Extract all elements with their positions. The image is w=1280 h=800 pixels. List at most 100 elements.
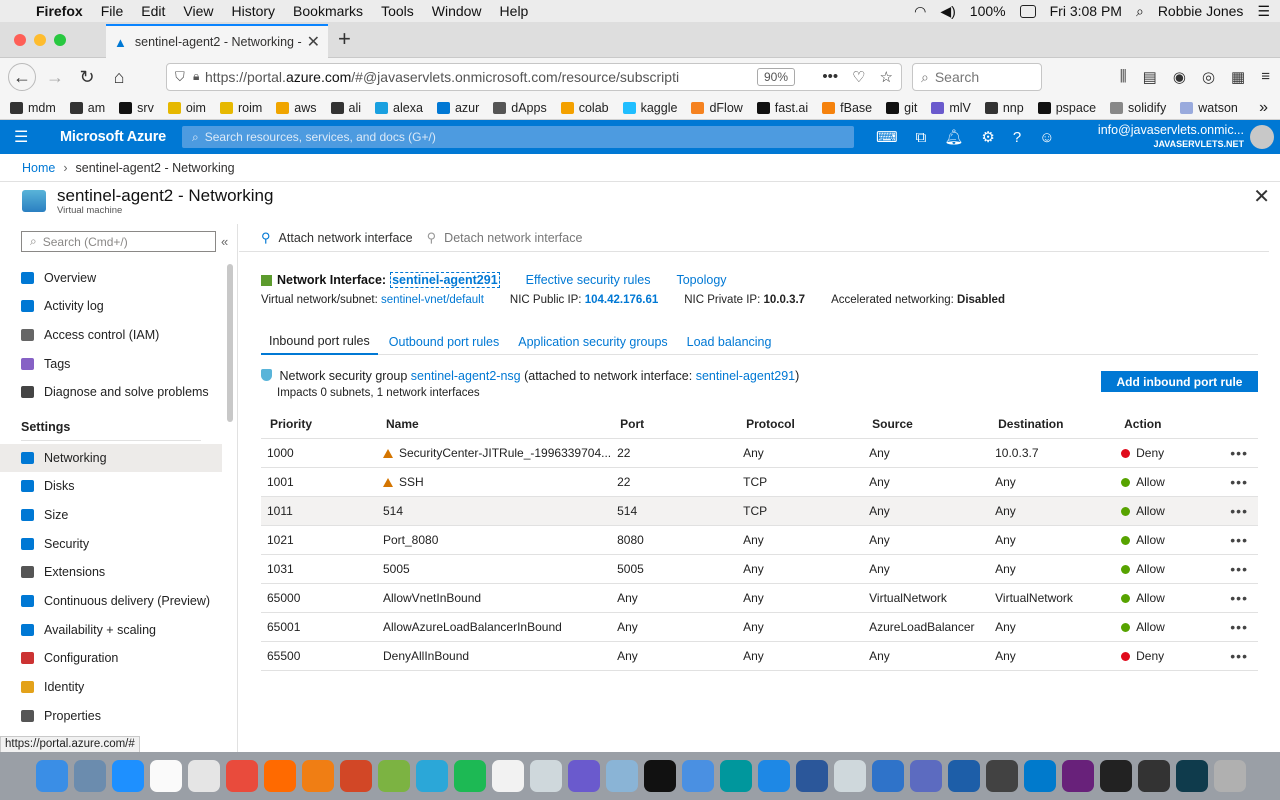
dock-app-icon[interactable] [340,760,372,792]
bookmark-ali[interactable]: ali [330,101,361,115]
dock-app-icon[interactable] [910,760,942,792]
sidebar-item-size[interactable]: Size [0,501,222,529]
sidebar-item-diagnose-and-solve-problems[interactable]: Diagnose and solve problems [0,378,222,406]
help-icon[interactable]: ? [1013,129,1021,146]
table-row[interactable]: 65500 DenyAllInBound Any Any Any Any Deny ••• [261,641,1258,671]
hamburger-menu-icon[interactable]: ☰ [14,127,36,147]
bookmark-aws[interactable]: aws [276,101,317,115]
extension-icon[interactable]: ◉ [1173,68,1186,86]
reload-button[interactable]: ↻ [74,64,100,90]
row-more-button[interactable]: ••• [1215,583,1258,613]
dock-app-icon[interactable] [758,760,790,792]
dock-app-icon[interactable] [720,760,752,792]
bookmark-colab[interactable]: colab [560,101,609,115]
dock-app-icon[interactable] [378,760,410,792]
public-ip-link[interactable]: 104.42.176.61 [585,294,659,306]
sidebar-icon[interactable]: ▤ [1143,68,1157,86]
menu-bookmarks[interactable]: Bookmarks [293,3,363,19]
lock-icon[interactable]: 🔒︎ [193,69,199,84]
cloud-shell-icon[interactable]: ⌨ [876,128,898,146]
dock-app-icon[interactable] [302,760,334,792]
table-row[interactable]: 65000 AllowVnetInBound Any Any VirtualNetwor… [261,583,1258,613]
bookmark-mdm[interactable]: mdm [10,101,56,115]
sidebar-item-activity-log[interactable]: Activity log [0,292,222,320]
dock-app-icon[interactable] [530,760,562,792]
dock-app-icon[interactable] [568,760,600,792]
dock-app-icon[interactable] [112,760,144,792]
dock-app-icon[interactable] [872,760,904,792]
col-action[interactable]: Action [1115,410,1216,439]
battery-percent[interactable]: 100% [970,3,1006,19]
dock-app-icon[interactable] [606,760,638,792]
close-blade-icon[interactable]: ✕ [1253,184,1270,209]
bookmark-oim[interactable]: oim [167,101,206,115]
sidebar-item-identity[interactable]: Identity [0,673,222,701]
dock-app-icon[interactable] [1100,760,1132,792]
col-name[interactable]: Name [377,410,612,439]
bookmark-pspace[interactable]: pspace [1037,101,1096,115]
dock-app-icon[interactable] [986,760,1018,792]
dock-app-icon[interactable] [682,760,714,792]
sidebar-item-networking[interactable]: Networking [0,444,222,472]
sidebar-item-extensions[interactable]: Extensions [0,558,222,586]
bookmark-am[interactable]: am [69,101,105,115]
dock-app-icon[interactable] [1024,760,1056,792]
sidebar-item-security[interactable]: Security [0,530,222,558]
control-center-icon[interactable]: ☰ [1257,3,1270,20]
col-source[interactable]: Source [863,410,990,439]
menu-help[interactable]: Help [500,3,529,19]
dock-app-icon[interactable] [492,760,524,792]
zoom-level[interactable]: 90% [757,68,796,86]
bookmark-roim[interactable]: roim [219,101,262,115]
col-port[interactable]: Port [611,410,738,439]
dock-app-icon[interactable] [796,760,828,792]
col-protocol[interactable]: Protocol [737,410,864,439]
new-tab-button[interactable]: + [338,26,351,52]
detach-network-interface-button[interactable]: ⚲ Detach network interface [427,230,583,246]
browser-tab-active[interactable]: ▲ sentinel-agent2 - Networking - ✕ [106,24,328,58]
volume-icon[interactable]: ◀) [940,3,955,20]
sidebar-item-availability-scaling[interactable]: Availability + scaling [0,616,222,644]
zoom-window-button[interactable] [54,34,66,46]
row-more-button[interactable]: ••• [1215,496,1258,526]
menu-tools[interactable]: Tools [381,3,414,19]
notifications-bell-icon[interactable]: 🔔︎ [944,128,963,146]
attach-network-interface-button[interactable]: ⚲ Attach network interface [261,230,413,246]
table-row[interactable]: 65001 AllowAzureLoadBalancerInBound Any Any… [261,612,1258,642]
dock-app-icon[interactable] [188,760,220,792]
sidebar-item-disks[interactable]: Disks [0,472,222,500]
library-icon[interactable]: ⫼ [1120,68,1127,86]
url-bar[interactable]: ⛉ 🔒︎ https://portal.azure.com/#@javaserv… [166,63,902,91]
menu-window[interactable]: Window [432,3,482,19]
user-name[interactable]: Robbie Jones [1158,3,1244,19]
page-actions-icon[interactable]: ••• [822,68,838,86]
dock-app-icon[interactable] [1138,760,1170,792]
dock-app-icon[interactable] [416,760,448,792]
effective-security-rules-link[interactable]: Effective security rules [526,273,651,287]
table-row[interactable]: 1001 SSH 22 TCP Any Any Allow ••• [261,467,1258,497]
table-row[interactable]: 1000 SecurityCenter-JITRule_-1996339704..… [261,438,1258,468]
browser-search-input[interactable]: ⌕ Search [912,63,1042,91]
breadcrumb-home-link[interactable]: Home [22,161,55,175]
sidebar-item-overview[interactable]: Overview [0,264,222,292]
collapse-menu-icon[interactable]: « [221,234,228,249]
row-more-button[interactable]: ••• [1215,467,1258,497]
pocket-icon[interactable]: ♡ [852,68,865,86]
tab-outbound-port-rules[interactable]: Outbound port rules [381,328,508,355]
row-more-button[interactable]: ••• [1215,438,1258,468]
more-bookmarks-icon[interactable]: » [1259,99,1268,117]
azure-brand[interactable]: Microsoft Azure [60,129,166,145]
menu-history[interactable]: History [231,3,275,19]
dock-app-icon[interactable] [36,760,68,792]
dock-app-icon[interactable] [1214,760,1246,792]
row-more-button[interactable]: ••• [1215,554,1258,584]
bookmark-nnp[interactable]: nnp [984,101,1024,115]
dock-app-icon[interactable] [1176,760,1208,792]
table-row[interactable]: 1031 5005 5005 Any Any Any Allow ••• [261,554,1258,584]
nsg-nic-link[interactable]: sentinel-agent291 [696,369,795,383]
dock-app-icon[interactable] [264,760,296,792]
dock-app-icon[interactable] [454,760,486,792]
settings-gear-icon[interactable]: ⚙ [981,128,994,146]
table-row[interactable]: 1011 514 514 TCP Any Any Allow ••• [261,496,1258,526]
nic-name-link[interactable]: sentinel-agent291 [390,272,500,288]
